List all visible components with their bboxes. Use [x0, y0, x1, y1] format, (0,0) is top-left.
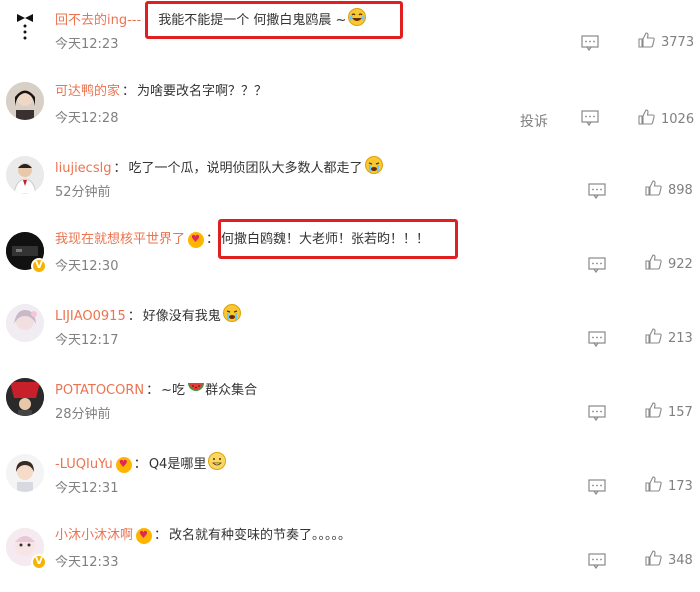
avatar[interactable] [6, 4, 44, 42]
avatar[interactable]: V [6, 232, 47, 274]
separator: ： [127, 309, 141, 324]
like-count: 213 [668, 330, 693, 346]
like-button[interactable]: 1026 [638, 109, 694, 129]
comment-text: 为啥要改名字啊？？？ [137, 84, 268, 99]
highlight-box [145, 1, 403, 39]
comment-item: POTATOCORN： ~吃 群众集合 28分钟前 157 [0, 370, 700, 444]
fan-crown-icon [188, 231, 205, 248]
comment-list: 回不去的ing---：我能不能提一个 何撒白鬼鸥晨 ~ 今天12:23 3773… [0, 0, 700, 582]
avatar[interactable] [6, 156, 44, 194]
separator: ： [113, 161, 127, 176]
thumbs-up-icon [638, 109, 655, 129]
grinning-face-icon [208, 452, 227, 477]
report-link[interactable]: 投诉 [520, 111, 548, 131]
comment-item: LIJIAO0915：好像没有我鬼 今天12:17 213 [0, 296, 700, 370]
fan-crown-icon [115, 456, 132, 473]
avatar[interactable]: V [6, 528, 47, 570]
like-count: 348 [668, 552, 693, 568]
thumbs-up-icon [645, 550, 662, 570]
comment-item: -LUQIuYu ：Q4是哪里 今天12:31 173 [0, 444, 700, 518]
username[interactable]: 小沐小沐沐啊 [55, 528, 133, 543]
username[interactable]: 可达鸭的家 [55, 84, 120, 99]
username[interactable]: 我现在就想核平世界了 [55, 232, 185, 247]
thumbs-up-icon [645, 180, 662, 200]
thumbs-up-icon [638, 32, 655, 52]
comment-item: V 我现在就想核平世界了：何撒白鸥魏！大老师！张若昀！！！ 今天12:30 92… [0, 219, 700, 296]
highlight-box [218, 219, 458, 259]
comment-reply-icon[interactable] [581, 35, 599, 52]
username[interactable]: 回不去的ing--- [55, 13, 141, 28]
avatar[interactable] [6, 378, 44, 416]
username[interactable]: liujiecslg [55, 161, 111, 176]
comment-reply-icon[interactable] [588, 331, 606, 348]
timestamp: 52分钟前 [55, 185, 111, 200]
avatar[interactable] [6, 82, 44, 120]
like-count: 157 [668, 404, 693, 420]
comment-reply-icon[interactable] [588, 479, 606, 496]
verified-badge-icon: V [31, 554, 47, 570]
separator: ： [146, 383, 160, 398]
timestamp: 28分钟前 [55, 407, 111, 422]
comment-text: 吃了一个瓜，说明侦团队大多数人都走了 [128, 161, 363, 176]
comment-text: 改名就有种变味的节奏了。。。。。 [169, 528, 352, 543]
thumbs-up-icon [645, 328, 662, 348]
like-button[interactable]: 3773 [638, 32, 694, 52]
separator: ： [122, 84, 136, 99]
comment-reply-icon[interactable] [581, 110, 599, 127]
username[interactable]: LIJIAO0915 [55, 309, 126, 324]
thumbs-up-icon [645, 476, 662, 496]
avatar[interactable] [6, 454, 44, 492]
like-button[interactable]: 213 [645, 328, 693, 348]
comment-reply-icon[interactable] [588, 405, 606, 422]
comment-item: 回不去的ing---：我能不能提一个 何撒白鬼鸥晨 ~ 今天12:23 3773 [0, 0, 700, 74]
timestamp: 今天12:30 [55, 259, 119, 274]
like-button[interactable]: 157 [645, 402, 693, 422]
comment-text: Q4是哪里 [148, 457, 207, 472]
timestamp: 今天12:23 [55, 37, 119, 52]
comment-item: V 小沐小沐沐啊 ：改名就有种变味的节奏了。。。。。 今天12:33 348 [0, 518, 700, 592]
timestamp: 今天12:33 [55, 555, 119, 570]
username[interactable]: POTATOCORN [55, 383, 144, 398]
like-button[interactable]: 173 [645, 476, 693, 496]
crying-face-icon [364, 156, 383, 181]
timestamp: 今天12:28 [55, 111, 119, 126]
comment-text: ~吃 [161, 383, 186, 398]
thumbs-up-icon [645, 402, 662, 422]
separator: ： [133, 457, 147, 472]
comment-text: 好像没有我鬼 [142, 309, 221, 324]
comment-reply-icon[interactable] [588, 257, 606, 274]
crying-face-icon [222, 304, 241, 329]
like-count: 173 [668, 478, 693, 494]
comment-text-suffix: 群众集合 [205, 383, 258, 398]
comment-reply-icon[interactable] [588, 183, 606, 200]
comment-item: liujiecslg：吃了一个瓜，说明侦团队大多数人都走了 52分钟前 898 [0, 148, 700, 222]
like-count: 1026 [661, 111, 695, 127]
like-count: 898 [668, 182, 693, 198]
comment-item: 可达鸭的家：为啥要改名字啊？？？ 今天12:28 投诉 1026 [0, 74, 700, 148]
avatar[interactable] [6, 304, 44, 342]
username[interactable]: -LUQIuYu [55, 457, 113, 472]
like-count: 3773 [661, 34, 695, 50]
verified-badge-icon: V [31, 258, 47, 274]
separator: ： [154, 528, 168, 543]
like-button[interactable]: 922 [645, 254, 693, 274]
fan-crown-icon [136, 527, 153, 544]
timestamp: 今天12:17 [55, 333, 119, 348]
thumbs-up-icon [645, 254, 662, 274]
comment-reply-icon[interactable] [588, 553, 606, 570]
like-button[interactable]: 348 [645, 550, 693, 570]
watermelon-icon [187, 378, 205, 403]
like-count: 922 [668, 256, 693, 272]
timestamp: 今天12:31 [55, 481, 119, 496]
like-button[interactable]: 898 [645, 180, 693, 200]
